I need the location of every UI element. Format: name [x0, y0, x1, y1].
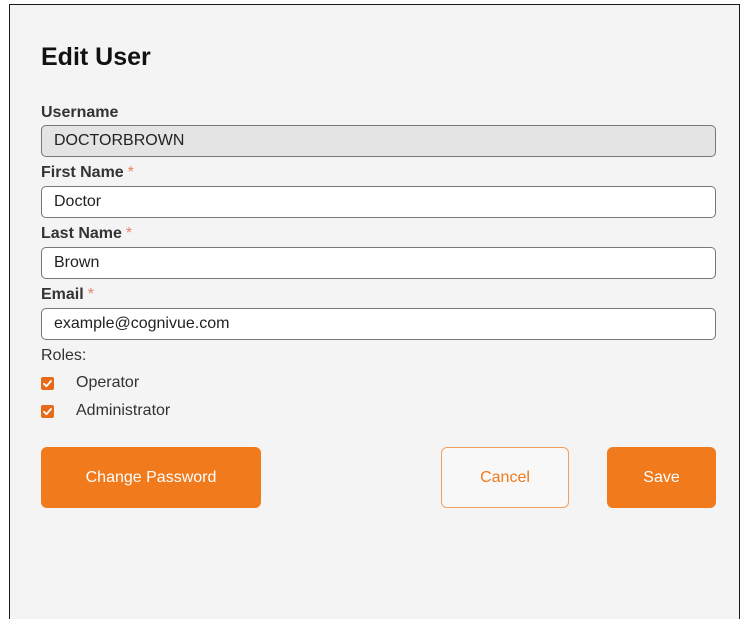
username-label: Username	[41, 104, 118, 122]
first-name-label: First Name *	[41, 164, 134, 182]
checkmark-icon	[43, 379, 52, 387]
email-label-text: Email	[41, 286, 84, 303]
dialog-title: Edit User	[41, 43, 151, 71]
administrator-checkbox[interactable]	[41, 404, 54, 418]
edit-user-dialog: Edit User Username First Name* Last Name…	[9, 4, 740, 619]
required-marker: *	[87, 286, 94, 303]
administrator-label: Administrator	[76, 402, 171, 419]
role-operator[interactable]: Operator	[41, 373, 139, 393]
last-name-label: Last Name *	[41, 225, 132, 243]
save-button[interactable]: Save	[607, 447, 716, 508]
last-name-label-text: Last Name	[41, 225, 122, 242]
role-administrator[interactable]: Administrator	[41, 401, 170, 421]
username-label-text: Username	[41, 104, 119, 121]
roles-label: Roles:	[41, 347, 87, 364]
last-name-field[interactable]	[41, 247, 716, 279]
change-password-button[interactable]: Change Password	[41, 447, 261, 508]
email-field[interactable]	[41, 308, 716, 340]
required-marker: *	[125, 225, 133, 242]
first-name-label-text: First Name	[41, 164, 124, 181]
checkmark-icon	[43, 407, 52, 415]
operator-label: Operator	[76, 374, 140, 391]
cancel-button[interactable]: Cancel	[441, 447, 569, 508]
first-name-field[interactable]	[41, 186, 716, 218]
username-field[interactable]	[41, 125, 716, 157]
email-label: Email *	[41, 286, 94, 304]
operator-checkbox[interactable]	[41, 376, 54, 390]
required-marker: *	[127, 164, 134, 181]
